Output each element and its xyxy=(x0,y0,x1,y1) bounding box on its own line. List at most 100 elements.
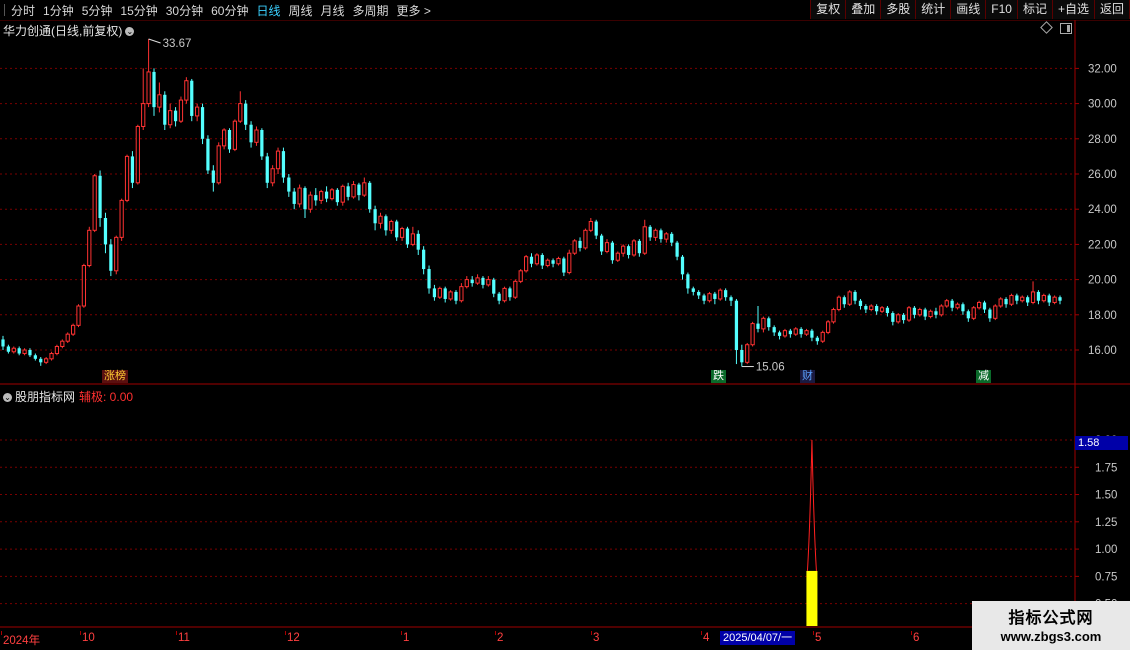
candle-body xyxy=(670,233,674,243)
candle-body xyxy=(395,221,399,238)
candle-body xyxy=(173,110,178,122)
date-label: 6 xyxy=(913,632,920,644)
candle-body xyxy=(373,209,377,224)
candle-body xyxy=(184,80,189,101)
indicator-tick-label: 0.75 xyxy=(1095,571,1117,583)
candle-body xyxy=(492,279,496,294)
candle-body xyxy=(443,288,447,299)
candle-body xyxy=(912,307,917,315)
candle-body xyxy=(567,252,572,274)
candle-body xyxy=(22,349,27,355)
candle-body xyxy=(815,337,819,342)
candle-body xyxy=(891,313,895,322)
candle-body xyxy=(540,254,544,266)
watermark-title: 指标公式网 xyxy=(1008,610,1094,627)
candle-body xyxy=(782,330,788,337)
candle-body xyxy=(1,339,5,347)
candle-body xyxy=(788,330,792,335)
candle-body xyxy=(389,221,394,231)
candle-body xyxy=(422,249,426,270)
candle-body xyxy=(777,332,782,336)
candle-body xyxy=(227,130,232,150)
candle-body xyxy=(642,226,647,254)
candle-body xyxy=(1020,296,1025,302)
candle-body xyxy=(432,288,437,298)
candle-body xyxy=(459,286,464,302)
candle-body xyxy=(901,314,906,321)
candle-body xyxy=(923,309,927,317)
candle-body xyxy=(648,226,652,238)
event-tag[interactable]: 财 xyxy=(800,370,815,383)
candle-body xyxy=(988,309,992,319)
candle-body xyxy=(232,120,238,150)
candle-body xyxy=(335,189,339,203)
candle-body xyxy=(847,291,852,305)
candle-body xyxy=(98,175,102,218)
candle-body xyxy=(534,254,540,265)
candle-body xyxy=(961,304,965,312)
event-tag[interactable]: 跌 xyxy=(711,370,726,383)
candle-body xyxy=(1047,295,1051,303)
candle-body xyxy=(329,189,335,200)
candle-body xyxy=(109,244,113,271)
candle-body xyxy=(740,350,744,363)
candle-body xyxy=(545,259,550,267)
chevron-down-icon[interactable]: ⌄ xyxy=(125,27,135,36)
date-label: 12 xyxy=(287,632,300,644)
candle-body xyxy=(448,291,453,300)
candle-body xyxy=(767,318,771,328)
candle-body xyxy=(680,256,685,275)
candle-body xyxy=(200,107,205,139)
date-tick xyxy=(176,631,177,635)
candle-body xyxy=(594,221,598,236)
panel-toggle-icon[interactable] xyxy=(1060,23,1072,34)
candle-body xyxy=(502,287,507,302)
candle-body xyxy=(825,321,831,333)
date-label: 2 xyxy=(497,632,504,644)
candle-body xyxy=(244,103,248,125)
candle-body xyxy=(65,333,70,342)
event-tag[interactable]: 涨榜 xyxy=(102,370,128,383)
candle-body xyxy=(238,103,243,122)
candle-body xyxy=(631,240,637,256)
candle-body xyxy=(675,242,679,257)
candle-body xyxy=(44,358,49,363)
candle-body xyxy=(17,348,21,354)
chevron-down-icon[interactable]: ⌄ xyxy=(3,393,12,402)
price-tick-label: 20.00 xyxy=(1088,275,1117,287)
date-axis: 2024年 10 11 12 1 2 3 4 5 6 xyxy=(0,631,1130,650)
candle-body xyxy=(772,327,776,333)
price-tick-label: 24.00 xyxy=(1088,204,1117,216)
candle-body xyxy=(879,307,885,312)
candle-body xyxy=(152,71,156,108)
signal-bar xyxy=(806,570,818,626)
candle-body xyxy=(599,235,604,252)
candle-body xyxy=(793,328,798,335)
candle-body xyxy=(982,302,987,310)
kline-chart[interactable]: 32.00 30.00 28.00 26.00 24.00 22.00 20.00 18.00… xyxy=(0,0,1130,650)
date-label: 4 xyxy=(703,632,710,644)
candle-body xyxy=(324,191,329,199)
candle-body xyxy=(734,300,739,350)
candle-body xyxy=(368,182,372,210)
candle-body xyxy=(756,323,760,329)
candle-body xyxy=(810,330,814,338)
candle-body xyxy=(1015,295,1019,301)
candle-body xyxy=(378,215,383,224)
candle-body xyxy=(292,191,296,204)
candle-body xyxy=(917,309,922,316)
indicator-tick-label: 1.25 xyxy=(1095,517,1117,529)
event-tag[interactable]: 减 xyxy=(976,370,991,383)
candle-body xyxy=(718,289,723,300)
candle-body xyxy=(346,186,350,197)
candle-body xyxy=(340,185,345,203)
candle-body xyxy=(33,355,37,359)
candle-body xyxy=(92,175,97,231)
candle-body xyxy=(831,309,836,323)
candle-body xyxy=(659,230,663,240)
candle-body xyxy=(691,288,695,292)
candle-body xyxy=(653,229,658,238)
indicator-tick-label: 1.75 xyxy=(1095,462,1117,474)
candle-body xyxy=(713,293,717,299)
candle-body xyxy=(497,293,501,301)
